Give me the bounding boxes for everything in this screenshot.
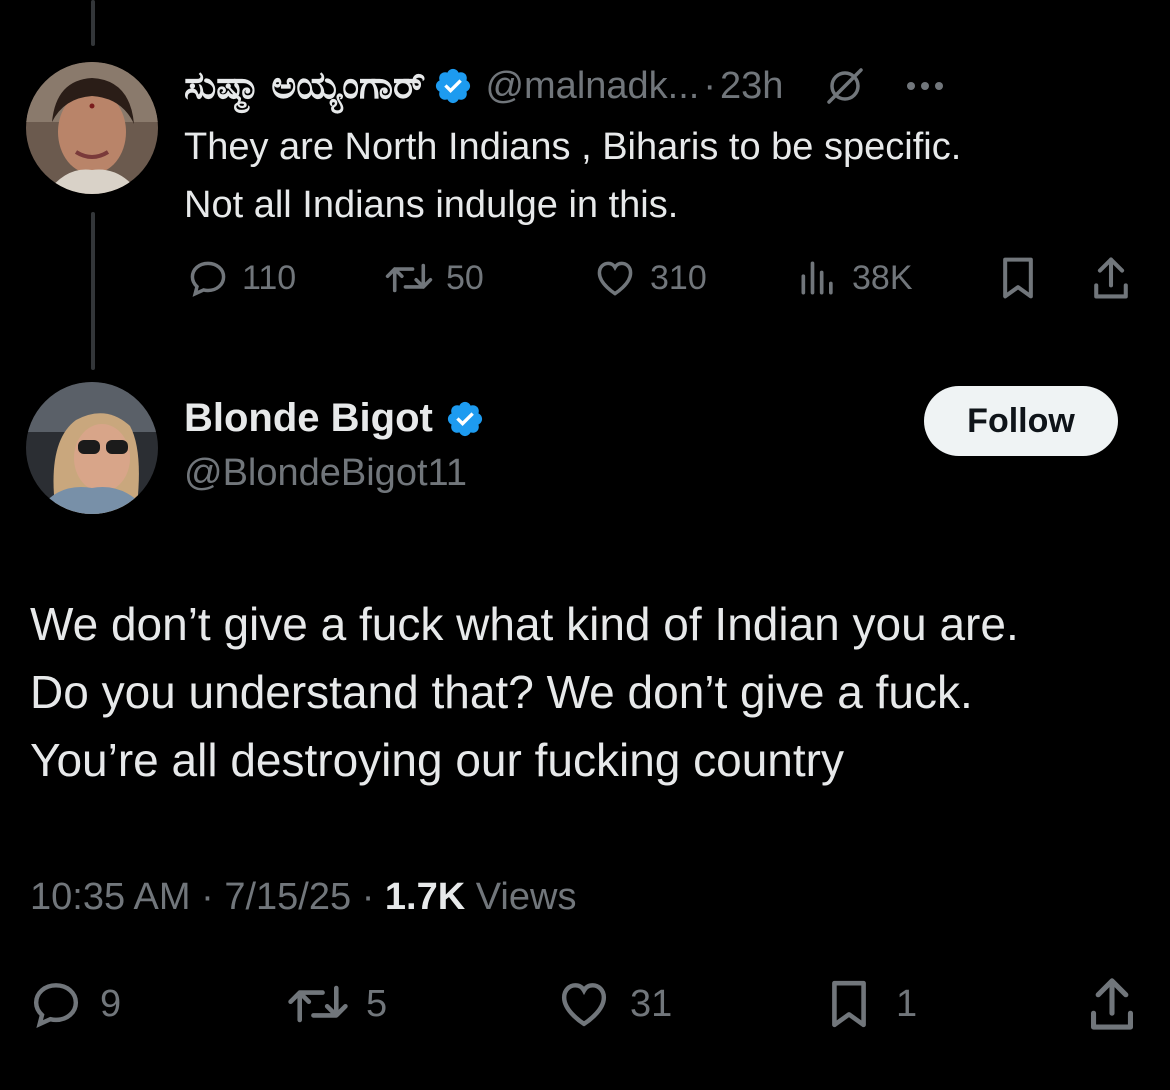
post-meta: 10:35 AM · 7/15/25 · 1.7K Views	[30, 876, 576, 919]
main-handle[interactable]: @BlondeBigot11	[184, 452, 467, 495]
main-like-button[interactable]: 31	[554, 976, 672, 1032]
thread-line-top	[91, 0, 95, 46]
reply-text-line: Not all Indians indulge in this.	[184, 184, 679, 226]
main-repost-count: 5	[366, 982, 388, 1025]
main-avatar[interactable]	[26, 382, 158, 514]
grok-icon[interactable]	[823, 64, 867, 108]
post-date[interactable]: 7/15/25	[224, 876, 351, 918]
repost-count: 50	[446, 258, 484, 297]
verified-badge-icon	[445, 399, 485, 439]
follow-button[interactable]: Follow	[924, 386, 1118, 456]
views-count: 38K	[852, 258, 913, 297]
main-reply-button[interactable]: 9	[28, 976, 121, 1032]
main-text-line: We don’t give a fuck what kind of Indian…	[30, 598, 1019, 650]
reply-repost-button[interactable]: 50	[384, 256, 484, 300]
post-time[interactable]: 10:35 AM	[30, 876, 191, 918]
main-like-count: 31	[630, 982, 673, 1025]
reply-bookmark-button[interactable]	[996, 254, 1040, 302]
separator-dot: ·	[201, 876, 225, 918]
reply-display-name[interactable]: ಸುಷ್ಮಾ ಅಯ್ಯಂಗಾರ್	[184, 65, 425, 108]
reply-header: ಸುಷ್ಮಾ ಅಯ್ಯಂಗಾರ್ @malnadk... · 23h	[184, 58, 945, 114]
main-repost-button[interactable]: 5	[286, 976, 387, 1032]
reply-text-line: They are North Indians , Biharis to be s…	[184, 126, 962, 168]
reply-like-button[interactable]: 310	[592, 256, 707, 300]
thread-line-bottom	[91, 212, 95, 370]
reply-count: 110	[242, 258, 297, 297]
like-count: 310	[650, 258, 707, 297]
main-bookmark-button[interactable]: 1	[824, 974, 917, 1034]
main-reply-count: 9	[100, 982, 122, 1025]
reply-reply-button[interactable]: 110	[186, 256, 296, 300]
main-post-text: We don’t give a fuck what kind of Indian…	[30, 590, 1150, 794]
post-views-label: Views	[475, 876, 577, 918]
main-text-line: Do you understand that? We don’t give a …	[30, 666, 973, 718]
reply-share-button[interactable]	[1088, 254, 1134, 302]
reply-text: They are North Indians , Biharis to be s…	[184, 118, 1144, 234]
reply-views-button[interactable]: 38K	[796, 256, 913, 300]
main-bookmark-count: 1	[896, 982, 918, 1025]
main-display-name[interactable]: Blonde Bigot	[184, 396, 433, 441]
more-options-icon[interactable]	[905, 80, 945, 92]
separator-dot: ·	[703, 64, 716, 107]
verified-badge-icon	[433, 66, 473, 106]
separator-dot: ·	[361, 876, 385, 918]
reply-avatar[interactable]	[26, 62, 158, 194]
main-display-name-row: Blonde Bigot	[184, 396, 497, 441]
main-text-line: You’re all destroying our fucking countr…	[30, 734, 844, 786]
reply-time[interactable]: 23h	[720, 65, 783, 108]
reply-handle[interactable]: @malnadk...	[485, 65, 699, 108]
post-views-count: 1.7K	[384, 876, 466, 918]
main-share-button[interactable]	[1084, 974, 1140, 1034]
